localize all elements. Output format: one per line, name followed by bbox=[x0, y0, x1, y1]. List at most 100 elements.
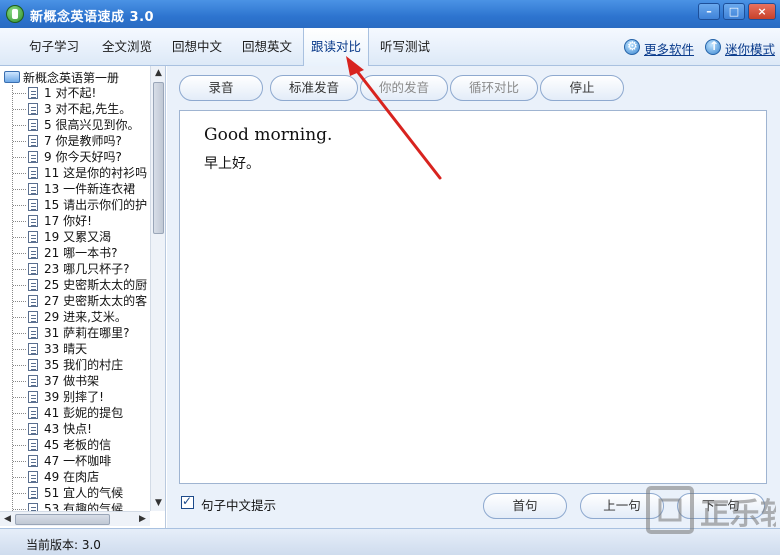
lesson-label: 21 哪一本书? bbox=[44, 246, 118, 260]
lesson-label: 29 进来,艾米。 bbox=[44, 310, 127, 324]
lesson-label: 17 你好! bbox=[44, 214, 92, 228]
standard-pronunciation-button[interactable]: 标准发音 bbox=[270, 75, 358, 101]
list-item[interactable]: 9 你今天好吗? bbox=[0, 149, 150, 165]
chinese-hint-checkbox[interactable] bbox=[181, 494, 194, 509]
lesson-label: 9 你今天好吗? bbox=[44, 150, 122, 164]
list-item[interactable]: 23 哪几只杯子? bbox=[0, 261, 150, 277]
your-pronunciation-button[interactable]: 你的发音 bbox=[360, 75, 448, 101]
list-item[interactable]: 37 做书架 bbox=[0, 373, 150, 389]
more-software-link[interactable]: 更多软件 bbox=[644, 39, 694, 58]
tree-branch-line bbox=[13, 141, 26, 142]
tree-root[interactable]: 新概念英语第一册 bbox=[4, 69, 119, 85]
mini-mode-link[interactable]: 迷你模式 bbox=[725, 39, 775, 58]
list-item[interactable]: 27 史密斯太太的客 bbox=[0, 293, 150, 309]
chinese-hint-label: 句子中文提示 bbox=[201, 498, 277, 513]
app-icon bbox=[6, 5, 24, 23]
lesson-list: 1 对不起! 3 对不起,先生。 5 很高兴见到你。 7 你是教师吗? 9 你今天好吗?… bbox=[0, 85, 150, 517]
lesson-label: 3 对不起,先生。 bbox=[44, 102, 132, 116]
record-button[interactable]: 录音 bbox=[179, 75, 263, 101]
first-sentence-button[interactable]: 首句 bbox=[483, 493, 567, 519]
lesson-label: 11 这是你的衬衫吗 bbox=[44, 166, 148, 180]
maximize-button[interactable]: □ bbox=[723, 3, 745, 20]
tree-branch-line bbox=[13, 429, 26, 430]
chinese-sentence: 早上好。 bbox=[204, 156, 260, 172]
list-item[interactable]: 21 哪一本书? bbox=[0, 245, 150, 261]
close-button[interactable]: × bbox=[748, 3, 776, 20]
lesson-label: 19 又累又渴 bbox=[44, 230, 112, 244]
lesson-label: 13 一件新连衣裙 bbox=[44, 182, 136, 196]
scroll-up-arrow-icon[interactable]: ▲ bbox=[151, 66, 166, 81]
scroll-right-arrow-icon[interactable]: ▶ bbox=[135, 512, 150, 527]
list-item[interactable]: 45 老板的信 bbox=[0, 437, 150, 453]
tree-branch-line bbox=[13, 461, 26, 462]
document-icon bbox=[28, 119, 38, 131]
hscroll-thumb[interactable] bbox=[15, 514, 110, 525]
list-item[interactable]: 33 晴天 bbox=[0, 341, 150, 357]
tree-branch-line bbox=[13, 413, 26, 414]
document-icon bbox=[28, 135, 38, 147]
document-icon bbox=[28, 391, 38, 403]
tab-bar: 句子学习 全文浏览 回想中文 回想英文 跟读对比 听写测试 更多软件 迷你模式 bbox=[0, 28, 780, 66]
document-icon bbox=[28, 311, 38, 323]
scroll-down-arrow-icon[interactable]: ▼ bbox=[151, 496, 166, 511]
scroll-thumb[interactable] bbox=[153, 82, 164, 234]
list-item[interactable]: 7 你是教师吗? bbox=[0, 133, 150, 149]
list-item[interactable]: 41 彭妮的提包 bbox=[0, 405, 150, 421]
tree-branch-line bbox=[13, 189, 26, 190]
document-icon bbox=[28, 327, 38, 339]
lesson-label: 31 萨莉在哪里? bbox=[44, 326, 130, 340]
lesson-label: 15 请出示你们的护 bbox=[44, 198, 148, 212]
list-item[interactable]: 19 又累又渴 bbox=[0, 229, 150, 245]
document-icon bbox=[28, 439, 38, 451]
tree-horizontal-scrollbar[interactable]: ◀ ▶ bbox=[0, 511, 150, 526]
sentence-pane: Good morning. 早上好。 bbox=[179, 110, 767, 484]
tree-branch-line bbox=[13, 205, 26, 206]
document-icon bbox=[28, 231, 38, 243]
list-item[interactable]: 13 一件新连衣裙 bbox=[0, 181, 150, 197]
tab-full-text[interactable]: 全文浏览 bbox=[92, 28, 162, 66]
tab-recall-chinese[interactable]: 回想中文 bbox=[162, 28, 232, 66]
list-item[interactable]: 51 宜人的气候 bbox=[0, 485, 150, 501]
lesson-label: 47 一杯咖啡 bbox=[44, 454, 112, 468]
list-item[interactable]: 11 这是你的衬衫吗 bbox=[0, 165, 150, 181]
tab-dictation[interactable]: 听写测试 bbox=[370, 28, 440, 66]
list-item[interactable]: 35 我们的村庄 bbox=[0, 357, 150, 373]
title-bar: 新概念英语速成 3.0 – □ × bbox=[0, 0, 780, 28]
list-item[interactable]: 17 你好! bbox=[0, 213, 150, 229]
document-icon bbox=[28, 279, 38, 291]
tab-sentence-study[interactable]: 句子学习 bbox=[16, 28, 92, 66]
document-icon bbox=[28, 151, 38, 163]
document-icon bbox=[28, 375, 38, 387]
document-icon bbox=[28, 199, 38, 211]
document-icon bbox=[28, 183, 38, 195]
lesson-label: 25 史密斯太太的厨 bbox=[44, 278, 148, 292]
list-item[interactable]: 15 请出示你们的护 bbox=[0, 197, 150, 213]
list-item[interactable]: 5 很高兴见到你。 bbox=[0, 117, 150, 133]
scroll-left-arrow-icon[interactable]: ◀ bbox=[0, 512, 15, 527]
document-icon bbox=[28, 471, 38, 483]
document-icon bbox=[28, 423, 38, 435]
tab-recall-english[interactable]: 回想英文 bbox=[232, 28, 302, 66]
stop-button[interactable]: 停止 bbox=[540, 75, 624, 101]
more-software-icon bbox=[624, 39, 640, 55]
list-item[interactable]: 39 别摔了! bbox=[0, 389, 150, 405]
watermark-text: 正乐软件 bbox=[700, 497, 776, 532]
list-item[interactable]: 25 史密斯太太的厨 bbox=[0, 277, 150, 293]
list-item[interactable]: 31 萨莉在哪里? bbox=[0, 325, 150, 341]
list-item[interactable]: 3 对不起,先生。 bbox=[0, 101, 150, 117]
tab-shadow-compare[interactable]: 跟读对比 bbox=[303, 28, 369, 66]
tree-branch-line bbox=[13, 125, 26, 126]
list-item[interactable]: 43 快点! bbox=[0, 421, 150, 437]
tree-vertical-scrollbar[interactable]: ▲ ▼ bbox=[150, 66, 165, 511]
list-item[interactable]: 49 在肉店 bbox=[0, 469, 150, 485]
list-item[interactable]: 29 进来,艾米。 bbox=[0, 309, 150, 325]
tree-branch-line bbox=[13, 365, 26, 366]
loop-compare-button[interactable]: 循环对比 bbox=[450, 75, 538, 101]
list-item[interactable]: 47 一杯咖啡 bbox=[0, 453, 150, 469]
tree-branch-line bbox=[13, 509, 26, 510]
list-item[interactable]: 1 对不起! bbox=[0, 85, 150, 101]
window-title: 新概念英语速成 3.0 bbox=[30, 10, 155, 25]
minimize-button[interactable]: – bbox=[698, 3, 720, 20]
tree-branch-line bbox=[13, 157, 26, 158]
tree-branch-line bbox=[13, 285, 26, 286]
